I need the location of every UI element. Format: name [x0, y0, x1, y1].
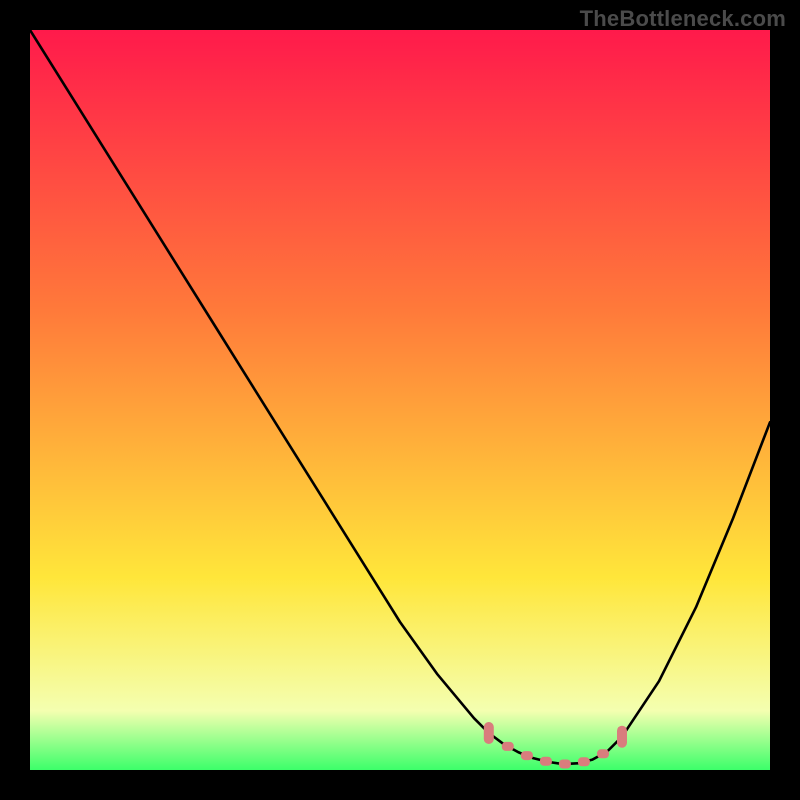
gradient-background	[30, 30, 770, 770]
flat-region-endcap	[484, 722, 494, 744]
flat-region-dash	[578, 757, 590, 766]
flat-region-dash	[597, 749, 609, 758]
flat-region-dash	[502, 742, 514, 751]
flat-region-dash	[559, 760, 571, 769]
flat-region-endcap	[617, 726, 627, 748]
flat-region-dash	[540, 757, 552, 766]
watermark-text: TheBottleneck.com	[580, 6, 786, 32]
plot-area	[30, 30, 770, 770]
flat-region-dash	[521, 751, 533, 760]
chart-frame: TheBottleneck.com	[0, 0, 800, 800]
plot-svg	[30, 30, 770, 770]
